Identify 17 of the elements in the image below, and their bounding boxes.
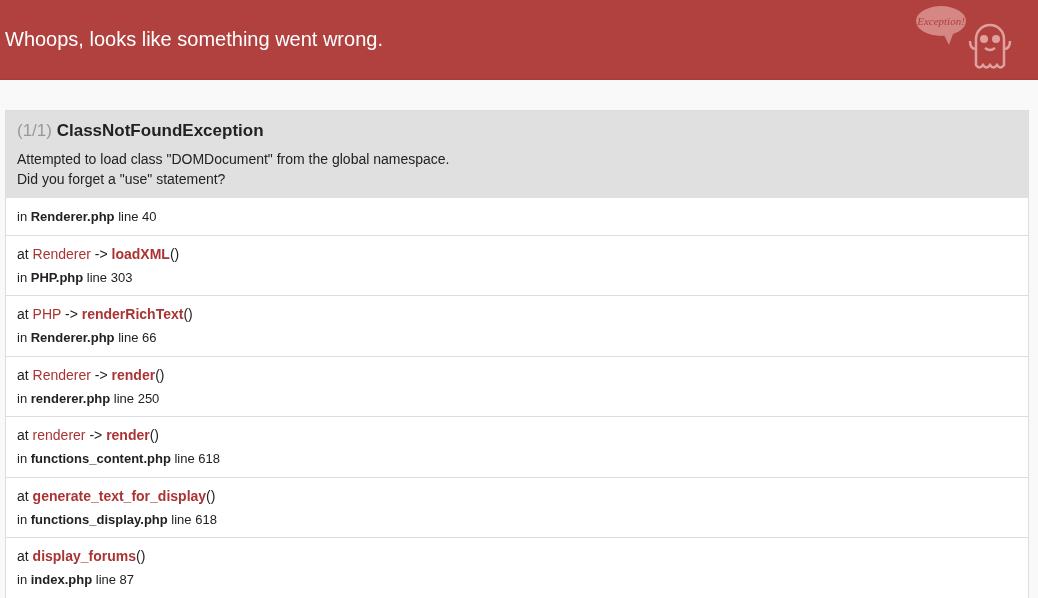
file-location: in Renderer.php line 66	[17, 329, 158, 348]
call-line: at PHP -> renderRichText()	[17, 305, 194, 324]
file-location: in PHP.php line 303	[17, 268, 134, 287]
call-line: at Renderer -> loadXML()	[17, 244, 181, 263]
call-line: at Renderer -> render()	[17, 365, 166, 384]
file-location: in index.php line 87	[17, 571, 136, 590]
file-location: in renderer.php line 250	[17, 389, 161, 408]
call-line: at renderer -> render()	[17, 426, 161, 445]
ghost-logo-drawing: Exception!	[913, 3, 1025, 75]
exception-message: Attempted to load class "DOMDocument" from the global namespace. Did you forget a "use" statement?	[17, 150, 451, 190]
page-title: Whoops, looks like something went wrong.	[5, 27, 383, 51]
exception-title: (1/1) ClassNotFoundException	[17, 121, 265, 142]
file-location: in functions_display.php line 618	[17, 510, 218, 529]
file-location: in Renderer.php line 40	[17, 208, 158, 227]
call-line: at display_forums()	[17, 547, 147, 566]
call-line: at generate_text_for_display()	[17, 486, 217, 505]
file-location: in functions_content.php line 618	[17, 450, 221, 469]
